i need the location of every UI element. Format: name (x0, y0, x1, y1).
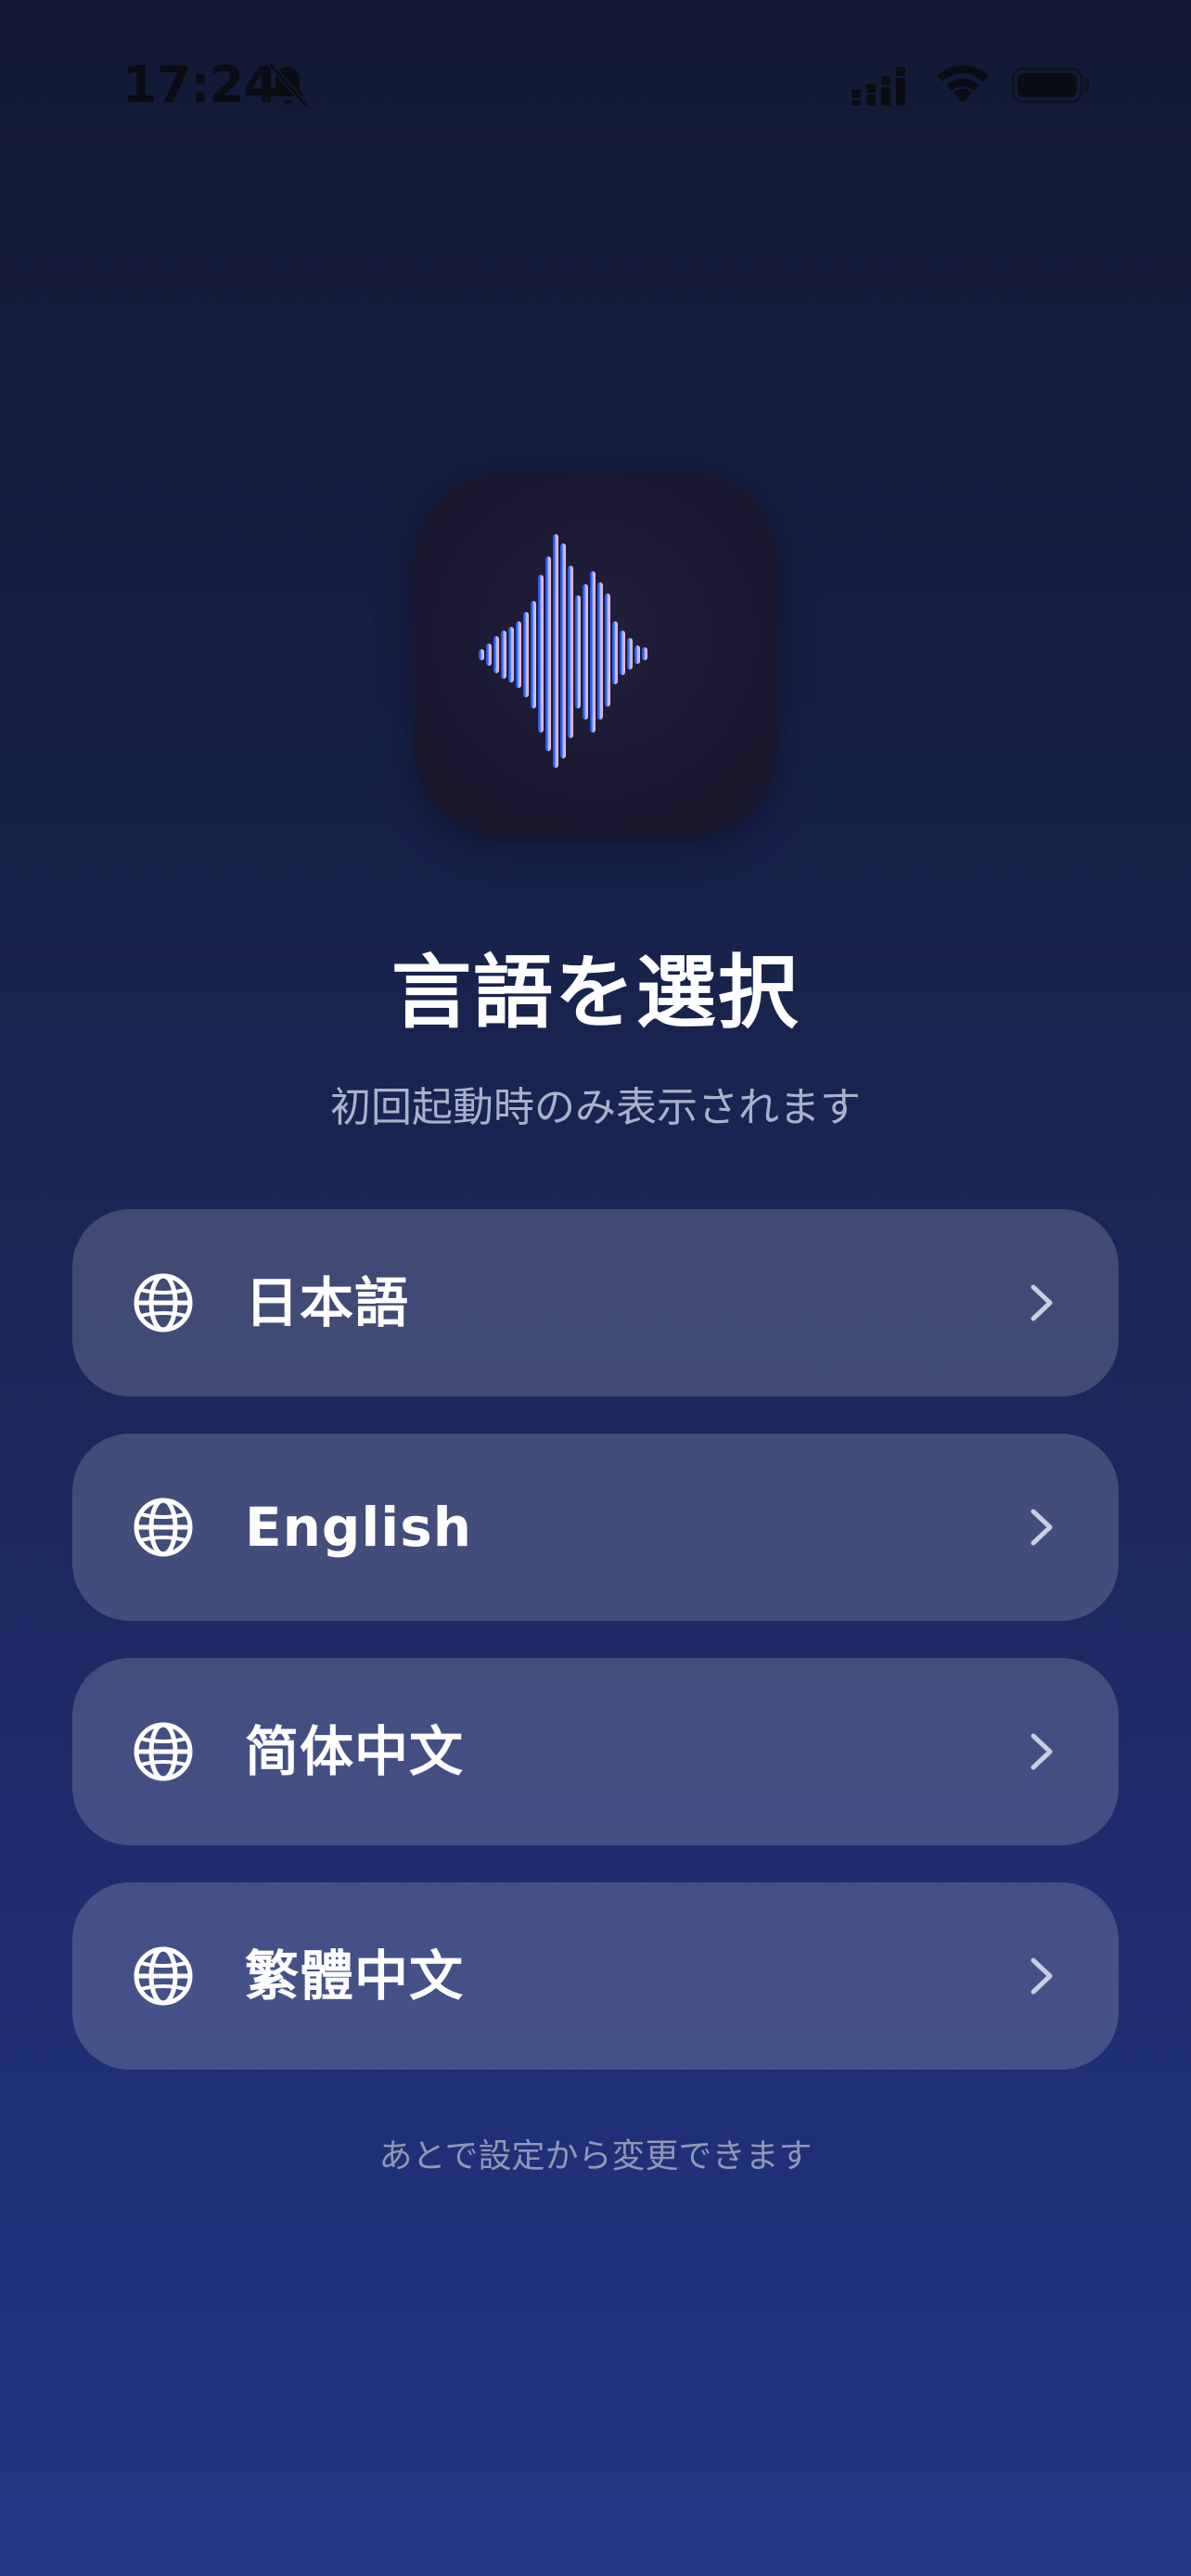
language-label: 简体中文 (245, 1720, 465, 1783)
chevron-right-icon (1031, 1284, 1053, 1321)
page-subtitle: 初回起動時のみ表示されます (330, 1084, 861, 1131)
globe-icon (134, 1273, 193, 1333)
chevron-right-icon (1031, 1509, 1053, 1546)
status-time: 17:24 (122, 56, 278, 114)
language-option-simplified-chinese[interactable]: 简体中文 (72, 1658, 1119, 1845)
chevron-right-icon (1031, 1958, 1053, 1995)
cellular-signal-icon (852, 67, 905, 106)
language-label: English (245, 1496, 473, 1559)
language-label: 繁體中文 (245, 1945, 465, 2008)
waveform-icon (479, 534, 647, 768)
status-bar: 17:24 (0, 0, 1191, 167)
app-icon (414, 473, 777, 836)
globe-icon (134, 1946, 193, 2006)
language-option-traditional-chinese[interactable]: 繁體中文 (72, 1882, 1119, 2070)
wifi-icon (937, 65, 989, 104)
globe-icon (134, 1498, 193, 1557)
battery-icon (1011, 67, 1089, 104)
chevron-right-icon (1031, 1733, 1053, 1770)
bell-slash-icon (268, 62, 309, 108)
language-list: 日本語 English 简体中文 繁體中文 (72, 1209, 1119, 2107)
language-option-english[interactable]: English (72, 1434, 1119, 1621)
language-option-japanese[interactable]: 日本語 (72, 1209, 1119, 1396)
globe-icon (134, 1722, 193, 1781)
language-label: 日本語 (245, 1271, 410, 1334)
footer-note: あとで設定から変更できます (378, 2137, 813, 2175)
page-title: 言語を選択 (391, 947, 800, 1039)
